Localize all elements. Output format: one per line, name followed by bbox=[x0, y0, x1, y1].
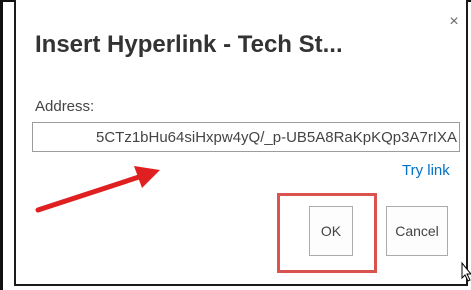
cancel-button[interactable]: Cancel bbox=[386, 206, 448, 256]
address-input-value: 5CTz1bHu64siHxpw4yQ/_p-UB5A8RaKpKQp3A7rI… bbox=[95, 129, 457, 146]
red-arrow-icon bbox=[35, 166, 160, 213]
address-input[interactable]: 5CTz1bHu64siHxpw4yQ/_p-UB5A8RaKpKQp3A7rI… bbox=[32, 122, 460, 152]
screenshot-frame: × Insert Hyperlink - Tech St... Address:… bbox=[0, 0, 471, 290]
address-label: Address: bbox=[35, 98, 95, 115]
left-border bbox=[0, 0, 3, 290]
close-icon: × bbox=[449, 13, 459, 30]
try-link[interactable]: Try link bbox=[402, 162, 450, 179]
ok-button[interactable]: OK bbox=[309, 206, 353, 256]
dialog-title: Insert Hyperlink - Tech St... bbox=[35, 31, 343, 58]
close-button[interactable]: × bbox=[446, 14, 462, 30]
mouse-pointer-icon bbox=[461, 262, 471, 282]
